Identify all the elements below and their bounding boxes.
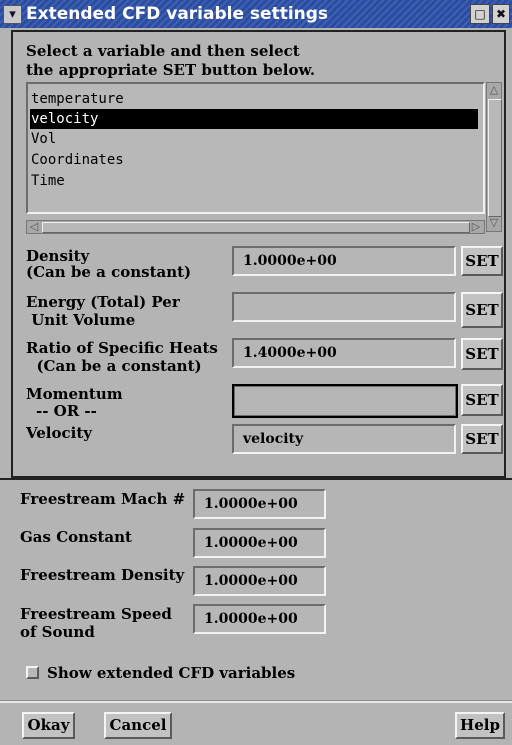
gas-constant-label: Gas Constant [20,528,132,546]
maximize-icon[interactable]: □ [470,4,490,24]
list-item-velocity[interactable]: velocity [30,109,478,129]
momentum-field[interactable] [232,384,458,418]
freestream-speed-field[interactable]: 1.0000e+00 [193,604,326,634]
title-bar[interactable]: ▾ Extended CFD variable settings □ ✖ [0,0,512,28]
chevron-down-icon[interactable]: ▾ [3,5,22,24]
freestream-mach-label: Freestream Mach # [20,490,186,508]
list-item-time[interactable]: Time [30,171,478,191]
scroll-down-icon[interactable]: ▽ [488,217,500,229]
energy-field[interactable] [232,292,456,322]
scroll-up-icon[interactable]: △ [488,84,500,96]
momentum-set-button[interactable]: SET [461,384,503,416]
variable-list[interactable]: temperature velocity Vol Coordinates Tim… [26,82,485,214]
show-extended-checkbox[interactable] [26,666,39,679]
ratio-heats-set-button[interactable]: SET [461,338,503,370]
ratio-heats-label: Ratio of Specific Heats [26,339,218,357]
freestream-speed-label: Freestream Speed [20,605,172,623]
freestream-density-field[interactable]: 1.0000e+00 [193,566,326,596]
vertical-scroll-thumb[interactable] [488,99,502,217]
velocity-field[interactable]: velocity [232,424,456,454]
energy-sublabel: Unit Volume [26,311,136,329]
horizontal-scroll-thumb[interactable] [42,222,470,233]
help-button[interactable]: Help [455,712,505,739]
scroll-left-icon[interactable]: ◁ [28,221,40,233]
ratio-heats-sublabel: (Can be a constant) [26,357,202,375]
freestream-mach-field[interactable]: 1.0000e+00 [193,489,326,519]
window-title: Extended CFD variable settings [26,4,329,24]
freestream-speed-sublabel: of Sound [20,623,95,641]
cancel-button[interactable]: Cancel [104,712,172,739]
show-extended-label[interactable]: Show extended CFD variables [47,664,295,682]
density-field[interactable]: 1.0000e+00 [232,246,456,276]
momentum-label: Momentum [26,385,123,403]
list-item-coordinates[interactable]: Coordinates [30,150,478,170]
density-set-button[interactable]: SET [461,246,503,276]
section-divider [0,478,512,480]
energy-label: Energy (Total) Per [26,293,180,311]
okay-button[interactable]: Okay [22,712,75,739]
vertical-scrollbar[interactable]: △ ▽ [486,82,502,232]
list-item-temperature[interactable]: temperature [30,89,478,109]
horizontal-scrollbar[interactable]: ◁ ▷ [26,220,485,234]
velocity-label: Velocity [26,424,92,442]
energy-set-button[interactable]: SET [461,292,503,328]
or-label: -- OR -- [36,402,97,420]
ratio-heats-field[interactable]: 1.4000e+00 [232,338,456,368]
instructions-line-1: Select a variable and then select [26,42,300,60]
bottom-divider [0,700,512,703]
list-item-vol[interactable]: Vol [30,129,478,149]
velocity-set-button[interactable]: SET [461,424,503,454]
instructions-line-2: the appropriate SET button below. [26,61,316,79]
density-sublabel: (Can be a constant) [26,263,192,281]
close-icon[interactable]: ✖ [492,4,510,24]
freestream-density-label: Freestream Density [20,566,185,584]
scroll-right-icon[interactable]: ▷ [470,221,482,233]
gas-constant-field[interactable]: 1.0000e+00 [193,528,326,558]
